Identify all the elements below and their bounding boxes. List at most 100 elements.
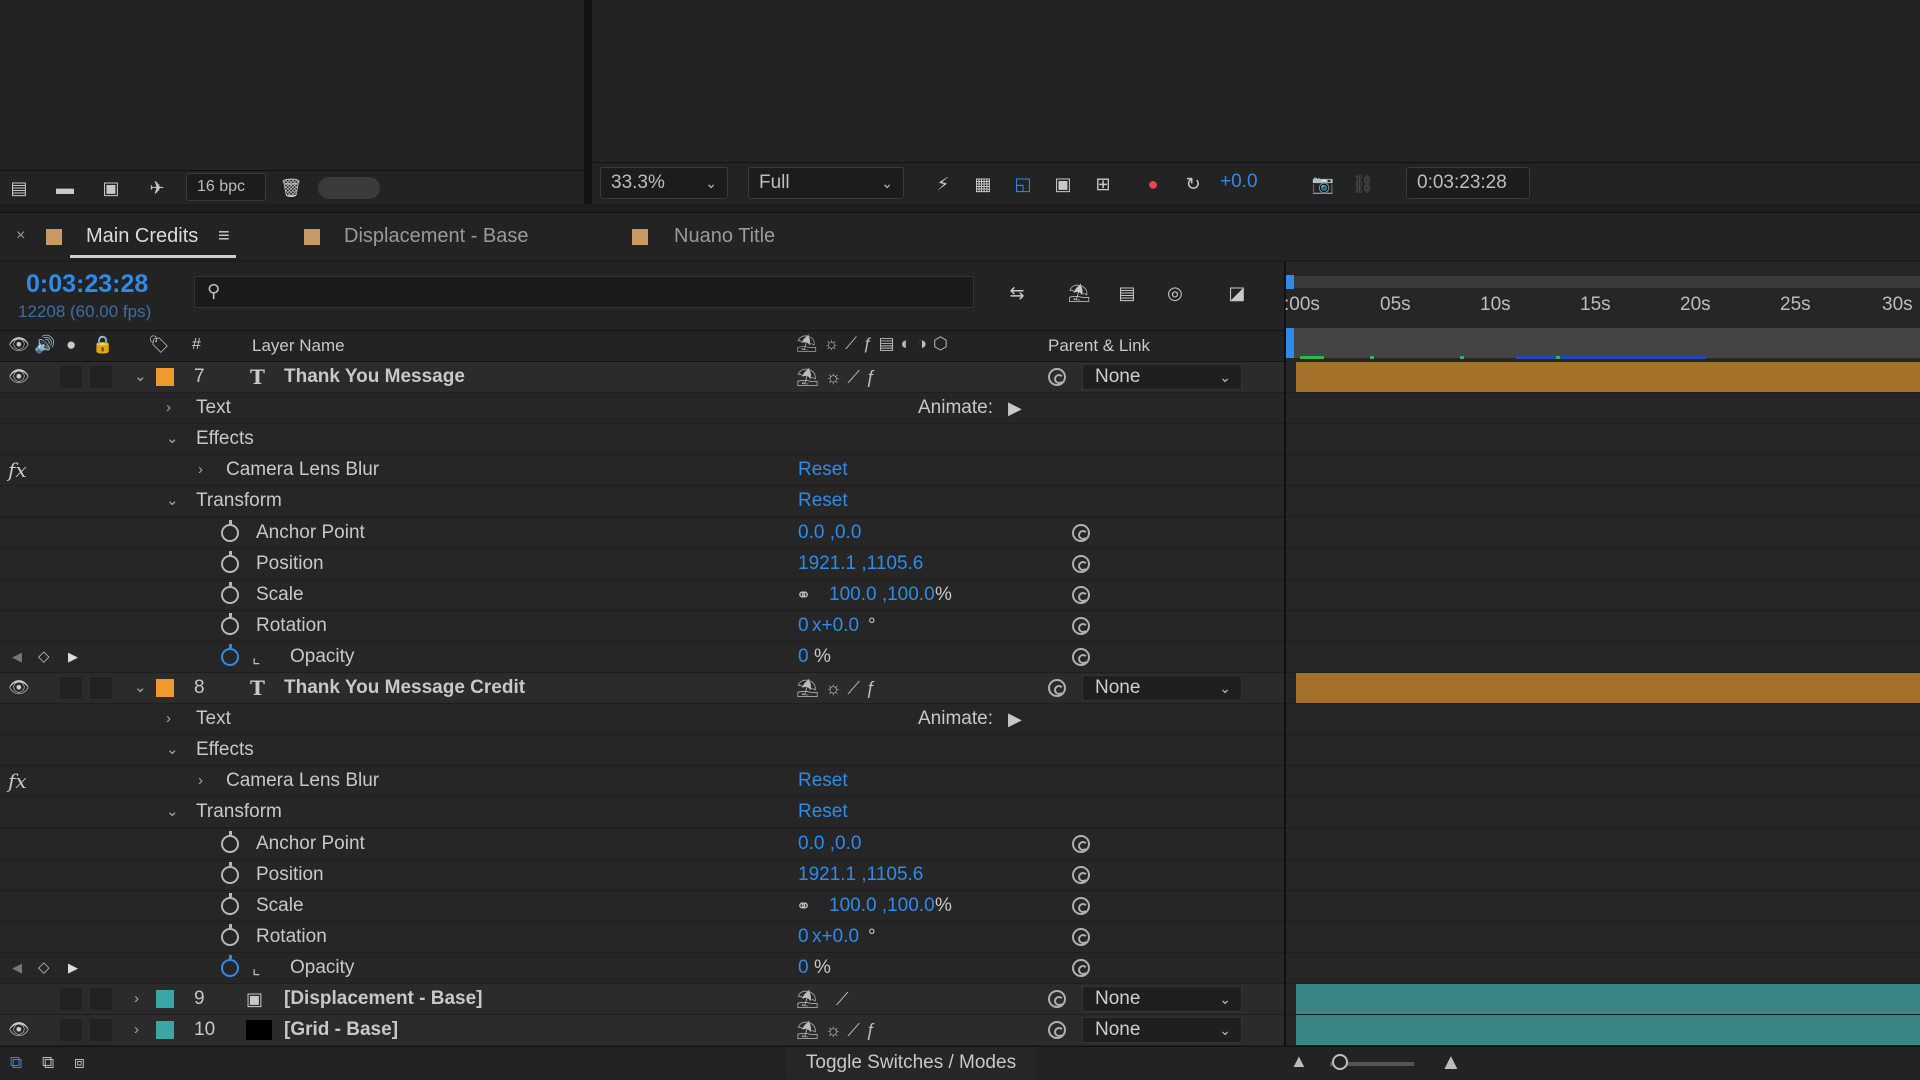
transfer-controls-toggle-icon[interactable]: ⧉ (42, 1053, 54, 1073)
layer-bar-thank-you-message[interactable] (1296, 362, 1920, 392)
tab-nuano-title[interactable]: Nuano Title (674, 225, 775, 248)
guides-icon[interactable]: ⊞ (1090, 173, 1116, 195)
solo-switch[interactable] (60, 677, 82, 699)
animate-menu-icon[interactable]: ▶ (1008, 393, 1022, 423)
collapse-chevron-icon[interactable]: ⌄ (134, 673, 147, 703)
property-row[interactable]: Position 1921.1 ,1105.6 (0, 548, 1284, 580)
layer-label-color[interactable] (156, 990, 174, 1008)
layer-row[interactable]: 👁 ⌄ 7 T Thank You Message ⛱☼⟋ƒ None ⌄ (0, 362, 1284, 393)
solo-column-icon[interactable]: ● (66, 335, 76, 355)
layer-row[interactable]: 👁 › 10 [Grid - Base] ⛱☼⟋ƒ None ⌄ (0, 1015, 1284, 1047)
mask-visibility-icon[interactable]: ◱ (1010, 173, 1036, 195)
rotation-degrees-value[interactable]: x+0.0 (812, 922, 859, 952)
region-of-interest-icon[interactable]: ▣ (1050, 173, 1076, 195)
graph-editor-icon[interactable]: ◪ (1224, 282, 1250, 304)
snapshot-icon[interactable]: 📷 (1310, 173, 1336, 195)
layer-switches[interactable]: ⛱☼⟋ƒ (796, 362, 882, 392)
property-row[interactable]: Anchor Point 0.0 ,0.0 (0, 517, 1284, 549)
property-row[interactable]: ⌄ Effects (0, 424, 1284, 456)
stopwatch-icon[interactable] (221, 892, 239, 915)
layer-switches-toggle-icon[interactable]: ⧉ (10, 1053, 22, 1073)
zoom-slider-handle[interactable] (1332, 1054, 1348, 1070)
property-row[interactable]: ⌄ Transform Reset (0, 797, 1284, 829)
property-pickwhip-icon[interactable] (1072, 554, 1090, 573)
layer-name[interactable]: Thank You Message (284, 362, 465, 392)
fast-previews-icon[interactable]: ⚡ (930, 173, 956, 195)
property-row[interactable]: Position 1921.1 ,1105.6 (0, 859, 1284, 891)
rotation-degrees-value[interactable]: x+0.0 (812, 611, 859, 641)
motion-blur-icon[interactable]: ◎ (1162, 282, 1188, 304)
previous-keyframe-icon[interactable]: ◀ (12, 953, 22, 983)
toggle-switches-modes-button[interactable]: Toggle Switches / Modes (786, 1047, 1036, 1079)
tab-menu-icon[interactable]: ≡ (218, 225, 230, 248)
property-row[interactable]: ◀ ◇ ▶ ⌞ Opacity 0% (0, 952, 1284, 984)
stopwatch-icon[interactable] (221, 519, 239, 542)
parent-link-column-header[interactable]: Parent & Link (1048, 336, 1150, 356)
layer-bar-grid-base[interactable] (1296, 1015, 1920, 1046)
layer-search-input[interactable]: ⚲ (194, 276, 974, 308)
effect-name[interactable]: Camera Lens Blur (226, 766, 379, 796)
viewer-timecode[interactable]: 0:03:23:28 (1406, 167, 1530, 199)
new-composition-icon[interactable]: ▣ (98, 177, 124, 199)
visibility-eye-icon[interactable]: 👁 (8, 673, 30, 703)
zoom-out-icon[interactable]: ▲ (1290, 1051, 1308, 1072)
parent-pickwhip-icon[interactable] (1048, 679, 1066, 697)
lock-column-icon[interactable]: 🔒 (92, 335, 113, 355)
layer-label-color[interactable] (156, 368, 174, 386)
layer-name[interactable]: [Displacement - Base] (284, 984, 483, 1014)
expand-chevron-icon[interactable]: › (198, 455, 203, 485)
property-pickwhip-icon[interactable] (1072, 896, 1090, 915)
property-row[interactable]: ◀ ◇ ▶ ⌞ Opacity 0% (0, 641, 1284, 673)
fx-icon[interactable]: fx (8, 766, 27, 796)
position-value[interactable]: 1921.1 ,1105.6 (798, 549, 923, 579)
property-row[interactable]: Rotation 0 x+0.0 ° (0, 921, 1284, 953)
expand-chevron-icon[interactable]: › (198, 766, 203, 796)
property-pickwhip-icon[interactable] (1072, 958, 1090, 977)
layer-name[interactable]: [Grid - Base] (284, 1015, 398, 1045)
property-row[interactable]: Scale ⚭ 100.0 ,100.0% (0, 579, 1284, 611)
property-row[interactable]: ⌄ Effects (0, 735, 1284, 767)
layer-switches[interactable]: ⛱☼⟋ƒ (796, 673, 882, 703)
animate-menu-icon[interactable]: ▶ (1008, 704, 1022, 734)
rotation-turns-value[interactable]: 0 (798, 611, 809, 641)
switches-column-icons[interactable]: ⛱☼⟋ƒ▤◐◑⬡ (796, 334, 954, 354)
effect-reset-link[interactable]: Reset (798, 455, 848, 485)
num-column-header[interactable]: # (192, 336, 201, 354)
reset-exposure-icon[interactable]: ↻ (1180, 173, 1206, 195)
property-group-label[interactable]: Transform (196, 486, 282, 516)
trash-icon[interactable]: 🗑 (278, 177, 304, 199)
expand-chevron-icon[interactable]: › (166, 393, 171, 423)
fx-icon[interactable]: fx (8, 455, 27, 485)
layer-row[interactable]: 👁 ⌄ 8 T Thank You Message Credit ⛱☼⟋ƒ None ⌄ (0, 673, 1284, 704)
layer-switches[interactable]: ⛱ ⟋ (796, 984, 854, 1014)
layer-bar-displacement-base[interactable] (1296, 984, 1920, 1014)
lock-switch[interactable] (90, 366, 112, 388)
layer-name[interactable]: Thank You Message Credit (284, 673, 525, 703)
stopwatch-icon[interactable] (221, 643, 239, 666)
property-group-label[interactable]: Effects (196, 735, 254, 765)
property-pickwhip-icon[interactable] (1072, 834, 1090, 853)
property-row[interactable]: › Text Animate: ▶ (0, 393, 1284, 425)
collapse-chevron-icon[interactable]: ⌄ (166, 486, 179, 516)
transform-reset-link[interactable]: Reset (798, 797, 848, 827)
constrain-proportions-icon[interactable]: ⚭ (796, 891, 811, 921)
visibility-eye-icon[interactable]: 👁 (8, 362, 30, 392)
close-tab-icon[interactable]: × (16, 227, 25, 245)
interpret-footage-icon[interactable]: ▤ (6, 177, 32, 199)
property-row[interactable]: Rotation 0 x+0.0 ° (0, 610, 1284, 642)
transform-reset-link[interactable]: Reset (798, 486, 848, 516)
scale-value[interactable]: 100.0 ,100.0 (829, 580, 935, 610)
in-out-toggle-icon[interactable]: ⧈ (74, 1053, 85, 1073)
property-pickwhip-icon[interactable] (1072, 585, 1090, 604)
stopwatch-icon[interactable] (221, 550, 239, 573)
parent-select[interactable]: None ⌄ (1082, 675, 1242, 701)
panel-divider[interactable] (584, 0, 592, 204)
stopwatch-icon[interactable] (221, 581, 239, 604)
parent-pickwhip-icon[interactable] (1048, 990, 1066, 1008)
stopwatch-icon[interactable] (221, 612, 239, 635)
solo-switch[interactable] (60, 366, 82, 388)
draft-3d-icon[interactable]: ⛱ (1066, 282, 1092, 304)
tab-displacement-base[interactable]: Displacement - Base (344, 225, 529, 248)
video-column-icon[interactable]: 👁 (8, 335, 30, 355)
visibility-eye-icon[interactable]: 👁 (8, 1015, 30, 1045)
